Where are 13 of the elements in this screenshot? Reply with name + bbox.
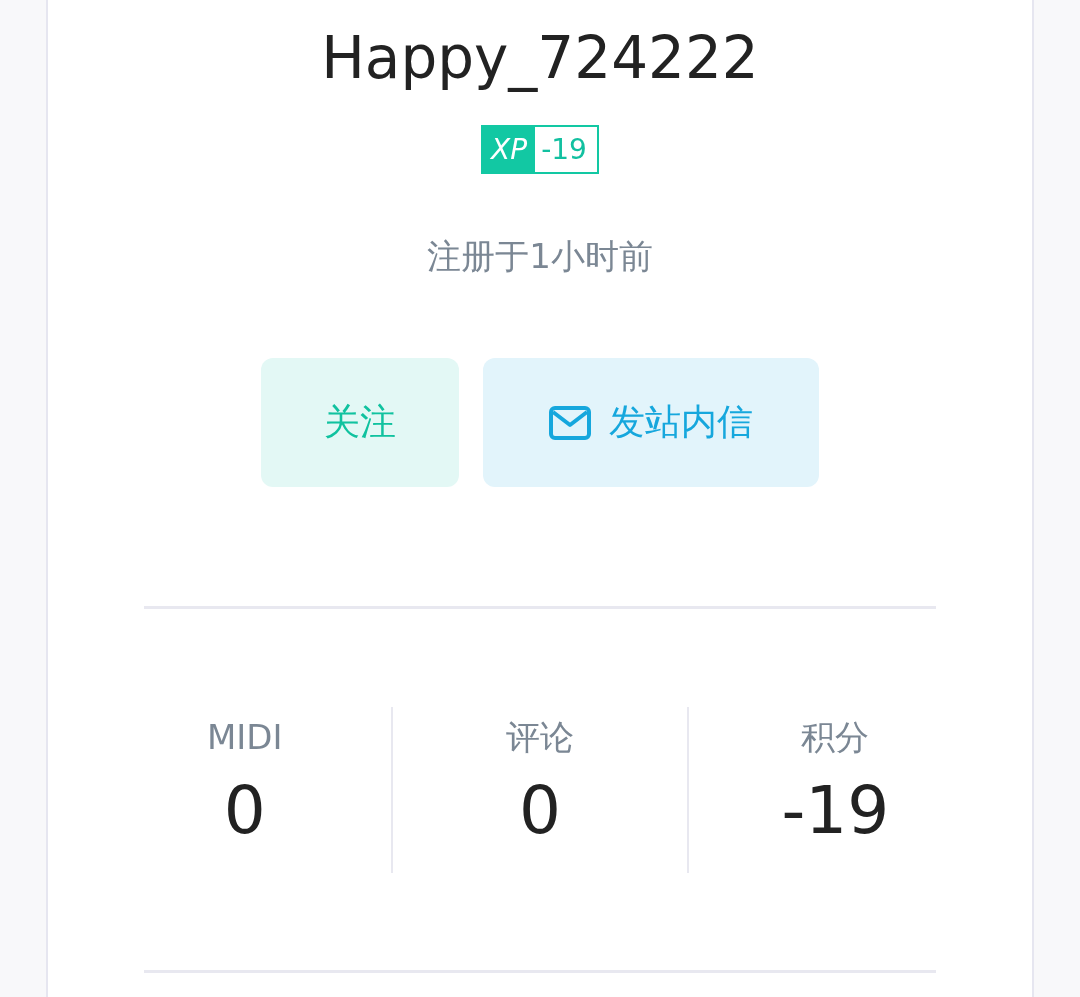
xp-value: -19	[535, 125, 599, 174]
stat-label: 积分	[801, 716, 870, 759]
stat-value: -19	[781, 771, 890, 851]
username: Happy_724222	[321, 23, 759, 94]
mail-icon	[549, 405, 591, 440]
follow-button[interactable]: 关注	[261, 358, 459, 487]
xp-label: XP	[481, 125, 536, 174]
stat-label: 评论	[506, 716, 574, 759]
stat-value: 0	[223, 771, 266, 851]
registration-time: 注册于1小时前	[427, 235, 653, 278]
message-button[interactable]: 发站内信	[483, 358, 819, 487]
stat-label: MIDI	[206, 716, 283, 759]
stat-value: 0	[519, 771, 561, 851]
